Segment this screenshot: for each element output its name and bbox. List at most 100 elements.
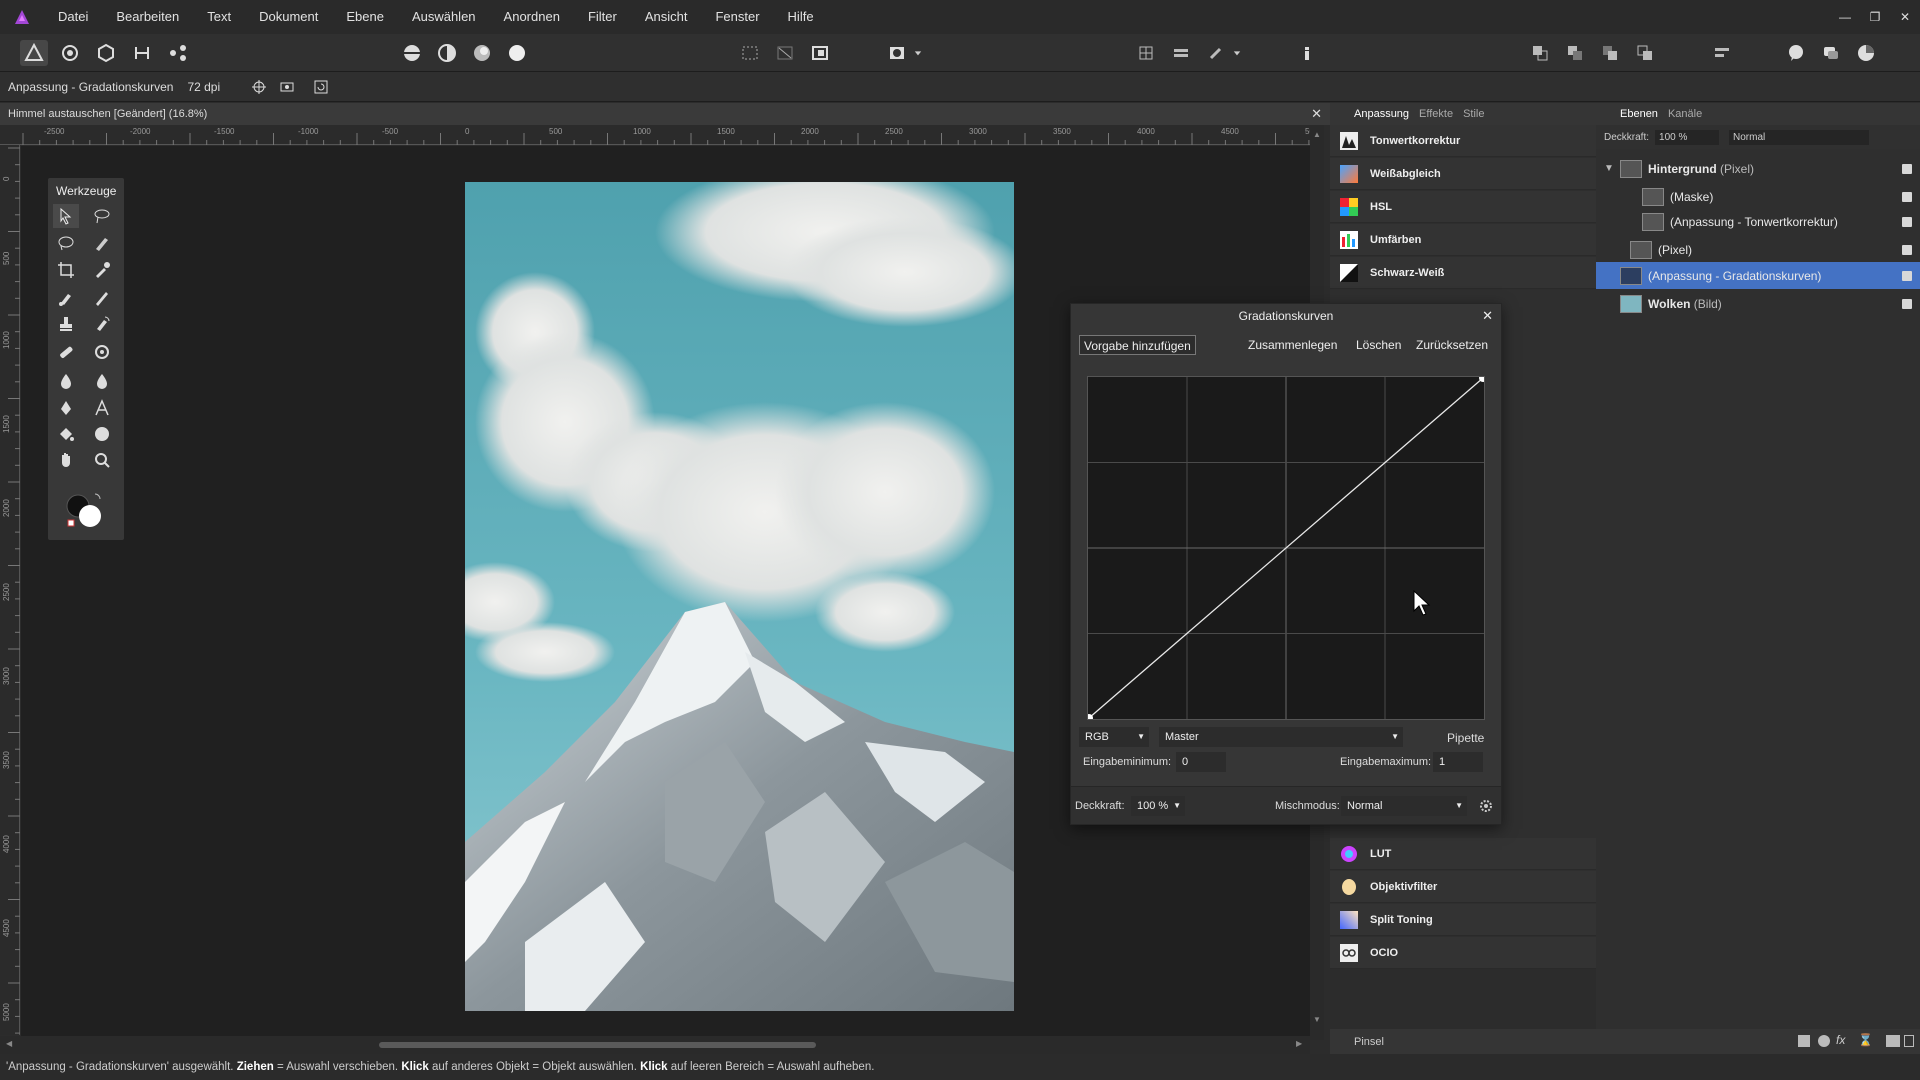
liquify-persona-icon[interactable]: [56, 40, 84, 66]
layer-row-hintergrund[interactable]: ▼ Hintergrund (Pixel): [1596, 155, 1920, 182]
develop-persona-icon[interactable]: [92, 40, 120, 66]
tab-anpassung[interactable]: Anpassung: [1354, 108, 1409, 120]
tab-effekte[interactable]: Effekte: [1419, 108, 1453, 120]
close-dialog-icon[interactable]: ✕: [1482, 304, 1493, 328]
layer-visibility-checkbox[interactable]: [1902, 270, 1912, 281]
layer-visibility-checkbox[interactable]: [1902, 244, 1912, 255]
undo-brush-tool-icon[interactable]: [89, 312, 115, 336]
adjustment-layer-icon[interactable]: [1818, 1035, 1830, 1047]
adjustment-umfaerben[interactable]: Umfärben: [1330, 224, 1596, 256]
scroll-left-icon[interactable]: ◀: [6, 1039, 12, 1048]
auto-colors-icon[interactable]: [468, 40, 496, 66]
restore-icon[interactable]: ❐: [1860, 0, 1890, 34]
view-toggle-icon[interactable]: [276, 77, 298, 97]
layer-row-wolken[interactable]: Wolken (Bild): [1596, 290, 1920, 317]
menu-ebene[interactable]: Ebene: [332, 0, 398, 34]
scroll-up-icon[interactable]: ▲: [1313, 130, 1321, 139]
grid-snapping-icon[interactable]: [1132, 40, 1160, 66]
reset-button[interactable]: Zurücksetzen: [1412, 335, 1492, 355]
blend-mode-select[interactable]: Normal ▼: [1341, 796, 1467, 816]
crosshair-icon[interactable]: [248, 77, 270, 97]
red-eye-tool-icon[interactable]: [89, 340, 115, 364]
auto-white-balance-icon[interactable]: [503, 40, 531, 66]
delete-layer-icon[interactable]: [1904, 1035, 1914, 1047]
adjustment-lut[interactable]: LUT: [1330, 838, 1596, 870]
tab-stile[interactable]: Stile: [1463, 108, 1484, 120]
settings-gear-icon[interactable]: [1479, 799, 1493, 813]
minimize-icon[interactable]: —: [1830, 0, 1860, 34]
document-tab[interactable]: Himmel austauschen [Geändert] (16.8%) ✕: [0, 103, 1330, 125]
quick-mask-icon[interactable]: [883, 40, 911, 66]
close-document-icon[interactable]: ✕: [1311, 103, 1322, 125]
color-swatches-icon[interactable]: [62, 490, 108, 530]
align-icon[interactable]: [1167, 40, 1195, 66]
crop-tool-icon[interactable]: [53, 258, 79, 282]
arrange-back-icon[interactable]: [1526, 40, 1554, 66]
input-max-field[interactable]: 1: [1433, 752, 1483, 772]
arrange-front-icon[interactable]: [1631, 40, 1659, 66]
menu-ansicht[interactable]: Ansicht: [631, 0, 702, 34]
tone-mapping-persona-icon[interactable]: [128, 40, 156, 66]
colorspace-select[interactable]: RGB ▼: [1079, 727, 1149, 747]
scroll-right-icon[interactable]: ▶: [1296, 1039, 1302, 1048]
layer-row-gradationskurven-selected[interactable]: (Anpassung - Gradationskurven): [1596, 262, 1920, 289]
add-group-icon[interactable]: [1886, 1035, 1900, 1047]
view-hand-tool-icon[interactable]: [53, 448, 79, 472]
horizontal-scroll-thumb[interactable]: [379, 1042, 816, 1048]
dodge-tool-icon[interactable]: [53, 369, 79, 393]
expand-triangle-icon[interactable]: ▼: [1604, 163, 1620, 174]
menu-text[interactable]: Text: [193, 0, 245, 34]
layer-row-pixel[interactable]: (Pixel): [1596, 236, 1920, 263]
text-tool-icon[interactable]: [89, 396, 115, 420]
blur-tool-icon[interactable]: [89, 369, 115, 393]
shape-tool-icon[interactable]: [89, 422, 115, 446]
snapping-dropdown-icon[interactable]: [1230, 40, 1244, 66]
adjustment-objektivfilter[interactable]: Objektivfilter: [1330, 871, 1596, 903]
select-all-icon[interactable]: [771, 40, 799, 66]
fill-tool-icon[interactable]: [53, 422, 79, 446]
alignment-icon[interactable]: [1708, 40, 1736, 66]
layer-row-tonwertkorrektur[interactable]: (Anpassung - Tonwertkorrektur): [1596, 208, 1920, 235]
live-filter-icon[interactable]: ⌛: [1858, 1033, 1873, 1047]
snapping-magnet-icon[interactable]: [1202, 40, 1230, 66]
clone-stamp-tool-icon[interactable]: [53, 312, 79, 336]
adjustment-tonwertkorrektur[interactable]: Tonwertkorrektur: [1330, 125, 1596, 157]
marquee-selection-icon[interactable]: [736, 40, 764, 66]
horizontal-scrollbar[interactable]: ◀ ▶: [0, 1036, 1310, 1054]
layer-visibility-checkbox[interactable]: [1902, 163, 1912, 174]
menu-filter[interactable]: Filter: [574, 0, 631, 34]
pixel-tool-icon[interactable]: [89, 286, 115, 310]
picker-button[interactable]: Pipette: [1447, 731, 1484, 745]
adjustment-split-toning[interactable]: Split Toning: [1330, 904, 1596, 936]
arrange-forward-icon[interactable]: [1596, 40, 1624, 66]
pen-tool-icon[interactable]: [53, 396, 79, 420]
menu-dokument[interactable]: Dokument: [245, 0, 332, 34]
layer-visibility-checkbox[interactable]: [1902, 298, 1912, 309]
assistant-icon[interactable]: [1782, 40, 1810, 66]
color-picker-tool-icon[interactable]: [89, 258, 115, 282]
healing-brush-tool-icon[interactable]: [53, 340, 79, 364]
menu-bearbeiten[interactable]: Bearbeiten: [102, 0, 193, 34]
adjustment-schwarz-weiss[interactable]: Schwarz-Weiß: [1330, 257, 1596, 289]
selection-brush-tool-icon[interactable]: [89, 231, 115, 255]
quick-mask-dropdown-icon[interactable]: [911, 40, 925, 66]
auto-levels-icon[interactable]: [398, 40, 426, 66]
color-wheel-icon[interactable]: [1852, 40, 1880, 66]
menu-fenster[interactable]: Fenster: [701, 0, 773, 34]
paint-brush-tool-icon[interactable]: [53, 286, 79, 310]
merge-button[interactable]: Zusammenlegen: [1244, 335, 1341, 355]
freehand-selection-tool-icon[interactable]: [89, 204, 115, 228]
mask-layer-icon[interactable]: [1798, 1035, 1810, 1047]
layer-visibility-checkbox[interactable]: [1902, 216, 1912, 227]
photo-persona-icon[interactable]: [20, 40, 48, 66]
menu-anordnen[interactable]: Anordnen: [490, 0, 574, 34]
opacity-field[interactable]: 100 % ▼: [1131, 796, 1185, 816]
adjustment-hsl[interactable]: HSL: [1330, 191, 1596, 223]
adjustment-weissabgleich[interactable]: Weißabgleich: [1330, 158, 1596, 190]
brush-panel-tab[interactable]: Pinsel: [1330, 1029, 1596, 1055]
layer-row-maske[interactable]: (Maske): [1596, 183, 1920, 210]
menu-auswaehlen[interactable]: Auswählen: [398, 0, 490, 34]
close-window-icon[interactable]: ✕: [1890, 0, 1920, 34]
lasso-tool-icon[interactable]: [53, 231, 79, 255]
auto-contrast-icon[interactable]: [433, 40, 461, 66]
